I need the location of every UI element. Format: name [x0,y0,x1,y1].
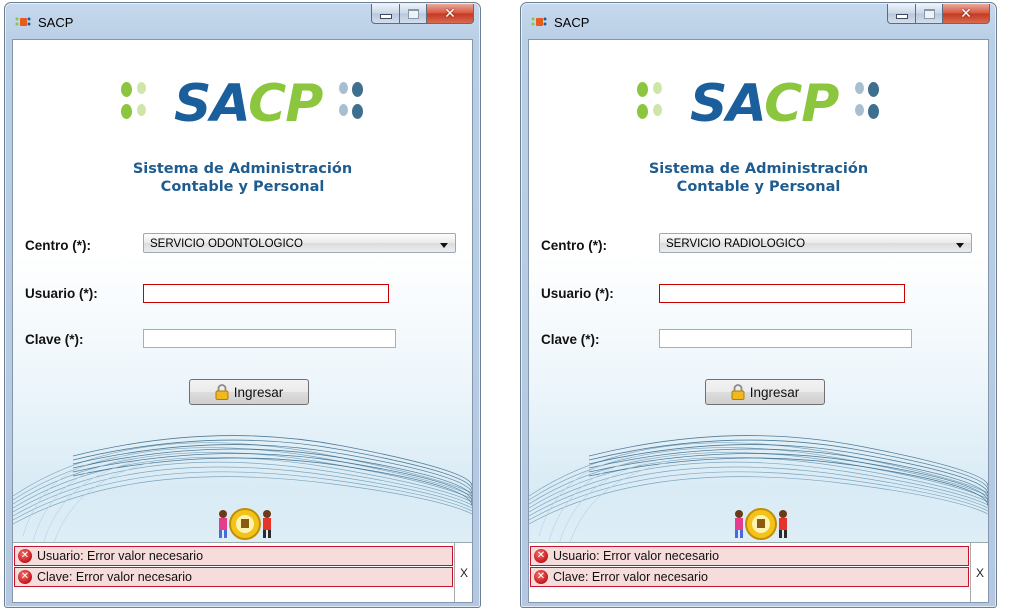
sacp-logo: SACP [637,70,897,140]
subtitle-line-2: Contable y Personal [160,179,325,195]
close-icon: ✕ [444,5,456,22]
error-icon: ✕ [534,549,548,563]
close-messages-button[interactable]: X [454,543,472,602]
usuario-label: Usuario (*): [541,286,614,301]
lock-icon [215,384,229,400]
caption-buttons: ✕ [371,4,474,24]
sacp-window-left: SACP ✕ SACP Sistema de Administración Co… [4,2,481,608]
window-title: SACP [38,15,74,30]
logo-wordmark: SACP [174,74,323,134]
caption-buttons: ✕ [887,4,990,24]
minimize-icon [895,14,908,19]
sacp-window-right: SACP ✕ SACP Sistema de Administración Co… [520,2,997,608]
validation-message-text: Clave: Error valor necesario [553,570,708,584]
window-title: SACP [554,15,590,30]
error-icon: ✕ [18,570,32,584]
centro-dropdown[interactable]: SERVICIO ODONTOLOGICO [143,233,456,253]
close-button[interactable]: ✕ [943,4,990,24]
validation-message-text: Clave: Error valor necesario [37,570,192,584]
error-icon: ✕ [534,570,548,584]
app-subtitle: Sistema de Administración Contable y Per… [13,160,472,196]
title-bar[interactable]: SACP ✕ [5,3,480,40]
close-messages-button[interactable]: X [970,543,988,602]
validation-panel: ✕ Usuario: Error valor necesario ✕ Clave… [529,542,988,602]
validation-message-text: Usuario: Error valor necesario [37,549,204,563]
maximize-icon [923,8,935,19]
validation-message: ✕ Clave: Error valor necesario [14,567,453,587]
centro-selected-value: SERVICIO ODONTOLOGICO [150,238,303,250]
clave-input[interactable] [143,329,396,348]
maximize-icon [407,8,419,19]
title-bar[interactable]: SACP ✕ [521,3,996,40]
validation-message-text: Usuario: Error valor necesario [553,549,720,563]
subtitle-line-1: Sistema de Administración [648,161,869,177]
clave-label: Clave (*): [541,332,600,347]
ingresar-label: Ingresar [233,384,284,400]
error-icon: ✕ [18,549,32,563]
subtitle-line-2: Contable y Personal [676,179,841,195]
login-form: SACP Sistema de Administración Contable … [12,39,473,603]
ingresar-button[interactable]: Ingresar [189,379,309,405]
validation-message: ✕ Usuario: Error valor necesario [14,546,453,566]
centro-dropdown[interactable]: SERVICIO RADIOLOGICO [659,233,972,253]
validation-panel: ✕ Usuario: Error valor necesario ✕ Clave… [13,542,472,602]
clave-label: Clave (*): [25,332,84,347]
maximize-button[interactable] [400,4,427,24]
usuario-input[interactable] [659,284,905,303]
institution-emblem [219,508,271,540]
dropdown-arrow-icon [440,243,448,248]
clave-input[interactable] [659,329,912,348]
minimize-icon [379,14,392,19]
ingresar-button[interactable]: Ingresar [705,379,825,405]
lock-icon [731,384,745,400]
app-icon [531,17,547,26]
minimize-button[interactable] [887,4,916,24]
close-icon: ✕ [960,5,972,22]
login-form: SACP Sistema de Administración Contable … [528,39,989,603]
app-subtitle: Sistema de Administración Contable y Per… [529,160,988,196]
logo-wordmark: SACP [690,74,839,134]
usuario-input[interactable] [143,284,389,303]
centro-label: Centro (*): [25,238,91,253]
usuario-label: Usuario (*): [25,286,98,301]
maximize-button[interactable] [916,4,943,24]
validation-message: ✕ Usuario: Error valor necesario [530,546,969,566]
ingresar-label: Ingresar [749,384,800,400]
dropdown-arrow-icon [956,243,964,248]
subtitle-line-1: Sistema de Administración [132,161,353,177]
close-button[interactable]: ✕ [427,4,474,24]
centro-selected-value: SERVICIO RADIOLOGICO [666,238,806,250]
validation-message: ✕ Clave: Error valor necesario [530,567,969,587]
app-icon [15,17,31,26]
sacp-logo: SACP [121,70,381,140]
institution-emblem [735,508,787,540]
minimize-button[interactable] [371,4,400,24]
centro-label: Centro (*): [541,238,607,253]
